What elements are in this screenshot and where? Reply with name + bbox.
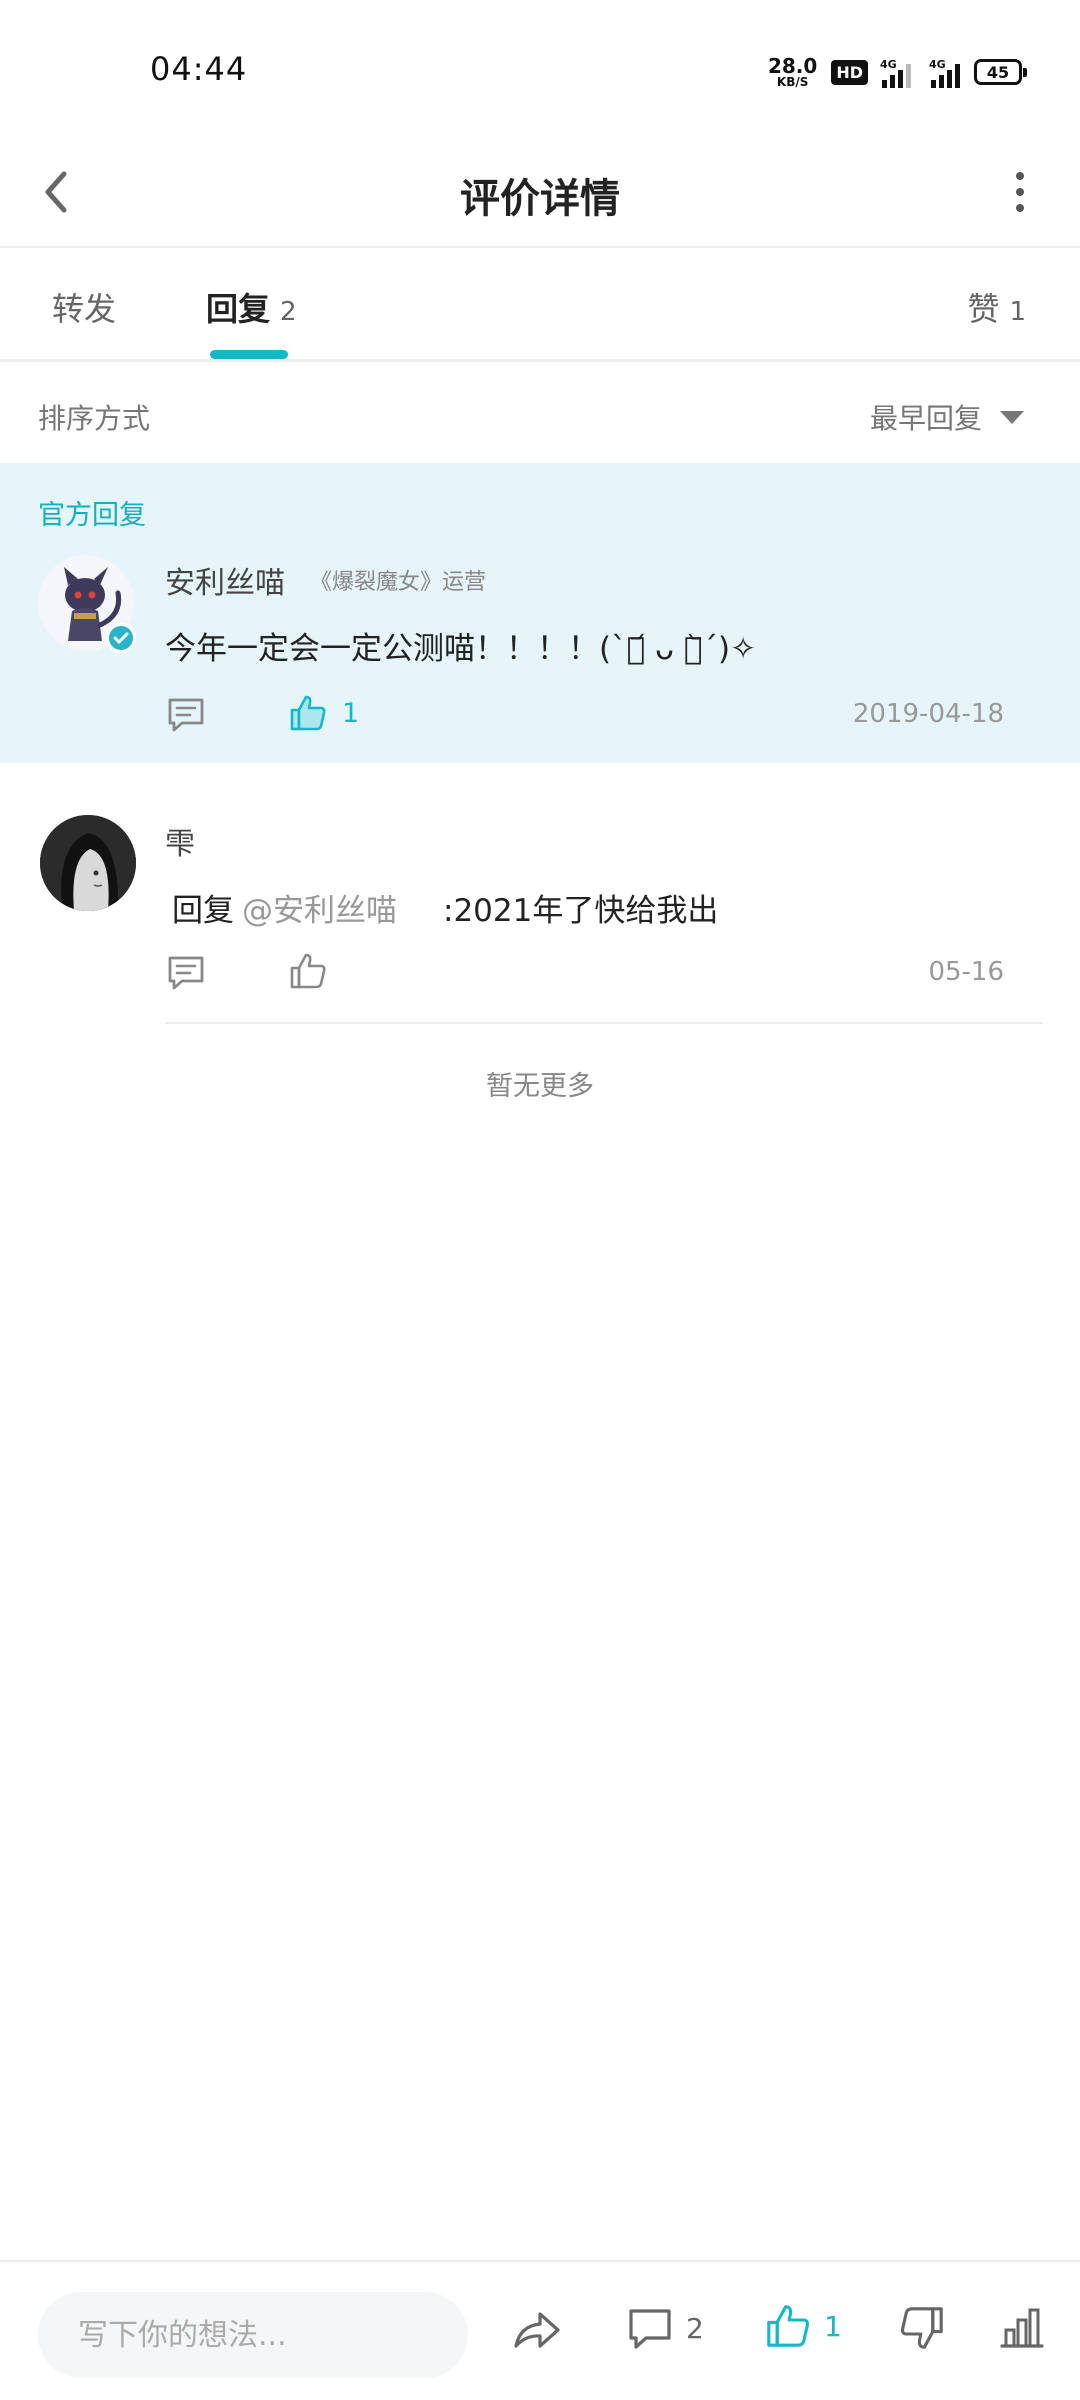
reply-body-text: :2021年了快给我出	[443, 893, 719, 929]
reply-content: 回复 @安利丝喵 :2021年了快给我出	[172, 885, 718, 930]
verified-badge-icon	[106, 623, 136, 653]
comment-input[interactable]	[38, 2292, 468, 2378]
active-tab-indicator	[210, 350, 288, 359]
official-username[interactable]: 安利丝喵	[165, 558, 285, 602]
hd-voice-icon: HD	[831, 59, 868, 85]
sort-bar: 排序方式 最早回复	[0, 365, 1080, 465]
battery-icon: 45	[974, 59, 1027, 85]
tab-forward-label: 转发	[52, 290, 117, 328]
avatar[interactable]	[40, 815, 136, 911]
tab-reply-count: 2	[280, 297, 297, 327]
bottom-comment-count: 2	[686, 2311, 704, 2345]
thumbs-up-icon	[290, 695, 326, 731]
network-speed-value: 28.0	[767, 54, 818, 78]
sim1-network-label: 4G	[880, 58, 897, 71]
tab-forward[interactable]: 转发	[52, 284, 116, 330]
network-speed: 28.0 KB/S	[768, 56, 817, 88]
signal-icon-sim2: 4G	[929, 58, 960, 88]
bottom-action-bar: 2 1	[0, 2260, 1080, 2400]
official-reply-card: 官方回复 安利丝喵 《爆裂魔女》运营 今年一定会一定公测喵！！！！(`･᷄ ᴗ …	[0, 463, 1080, 763]
reply-comment-button[interactable]	[166, 953, 206, 993]
official-like-count: 1	[342, 697, 360, 729]
share-button[interactable]	[510, 2304, 562, 2356]
thumbs-down-icon	[901, 2307, 943, 2349]
official-like-button[interactable]: 1	[288, 693, 359, 733]
bar-chart-icon	[1000, 2308, 1044, 2348]
tab-like-label: 赞	[967, 290, 1000, 328]
more-dot-icon	[1016, 172, 1024, 180]
official-reply-label: 官方回复	[38, 500, 146, 531]
status-icons: 28.0 KB/S HD 4G 4G 45	[768, 54, 1027, 90]
more-dot-icon	[1016, 188, 1024, 196]
signal-icon-sim1: 4G	[880, 58, 911, 88]
list-item: 雫 回复 @安利丝喵 :2021年了快给我出 05-16	[0, 763, 1080, 1025]
sort-dropdown[interactable]: 最早回复	[870, 397, 1024, 437]
tab-like-count: 1	[1009, 297, 1026, 327]
no-more-text: 暂无更多	[486, 1071, 594, 1102]
official-user-tag: 《爆裂魔女》运营	[310, 570, 487, 595]
comment-icon	[168, 956, 204, 990]
page-title: 评价详情	[460, 176, 620, 222]
anime-girl-avatar-icon	[40, 815, 136, 911]
sort-label: 排序方式	[38, 402, 151, 435]
reply-prefix: 回复	[172, 893, 234, 929]
thumbs-up-icon	[767, 2305, 809, 2347]
tab-reply-label: 回复	[206, 290, 271, 328]
official-reply-content: 今年一定会一定公测喵！！！！(`･᷄ ᴗ ･᷅´)✧	[165, 631, 757, 667]
battery-level: 45	[986, 62, 1010, 82]
caret-down-icon	[1000, 410, 1024, 424]
tab-like[interactable]: 赞1	[967, 284, 1026, 330]
status-bar: 04:44 28.0 KB/S HD 4G 4G 45	[0, 0, 1080, 140]
official-reply-date: 2019-04-18	[852, 699, 1004, 729]
reply-mention-link[interactable]: @安利丝喵	[242, 885, 397, 930]
dislike-button[interactable]	[898, 2304, 946, 2352]
sort-selected-value: 最早回复	[869, 402, 982, 435]
share-arrow-icon	[514, 2312, 560, 2348]
reply-username[interactable]: 雫	[165, 819, 195, 863]
tab-bar: 转发 回复 2 赞1	[0, 250, 1080, 362]
network-speed-unit: KB/S	[776, 75, 809, 89]
comment-icon	[168, 698, 204, 732]
stats-button[interactable]	[998, 2304, 1046, 2352]
top-nav-bar: 评价详情	[0, 140, 1080, 248]
bottom-comment-button[interactable]: 2	[626, 2304, 704, 2352]
thumbs-up-icon	[290, 953, 326, 989]
reply-like-button[interactable]	[288, 951, 328, 991]
reply-date: 05-16	[928, 957, 1004, 987]
bottom-like-count: 1	[824, 2309, 842, 2343]
status-time: 04:44	[150, 50, 248, 88]
comment-bubble-icon	[629, 2309, 671, 2349]
more-options-button[interactable]	[1000, 162, 1040, 222]
official-comment-button[interactable]	[166, 695, 206, 735]
sim2-network-label: 4G	[929, 58, 946, 71]
bottom-like-button[interactable]: 1	[764, 2302, 842, 2350]
tab-reply[interactable]: 回复 2	[206, 284, 297, 330]
divider	[165, 1022, 1043, 1024]
more-dot-icon	[1016, 204, 1024, 212]
